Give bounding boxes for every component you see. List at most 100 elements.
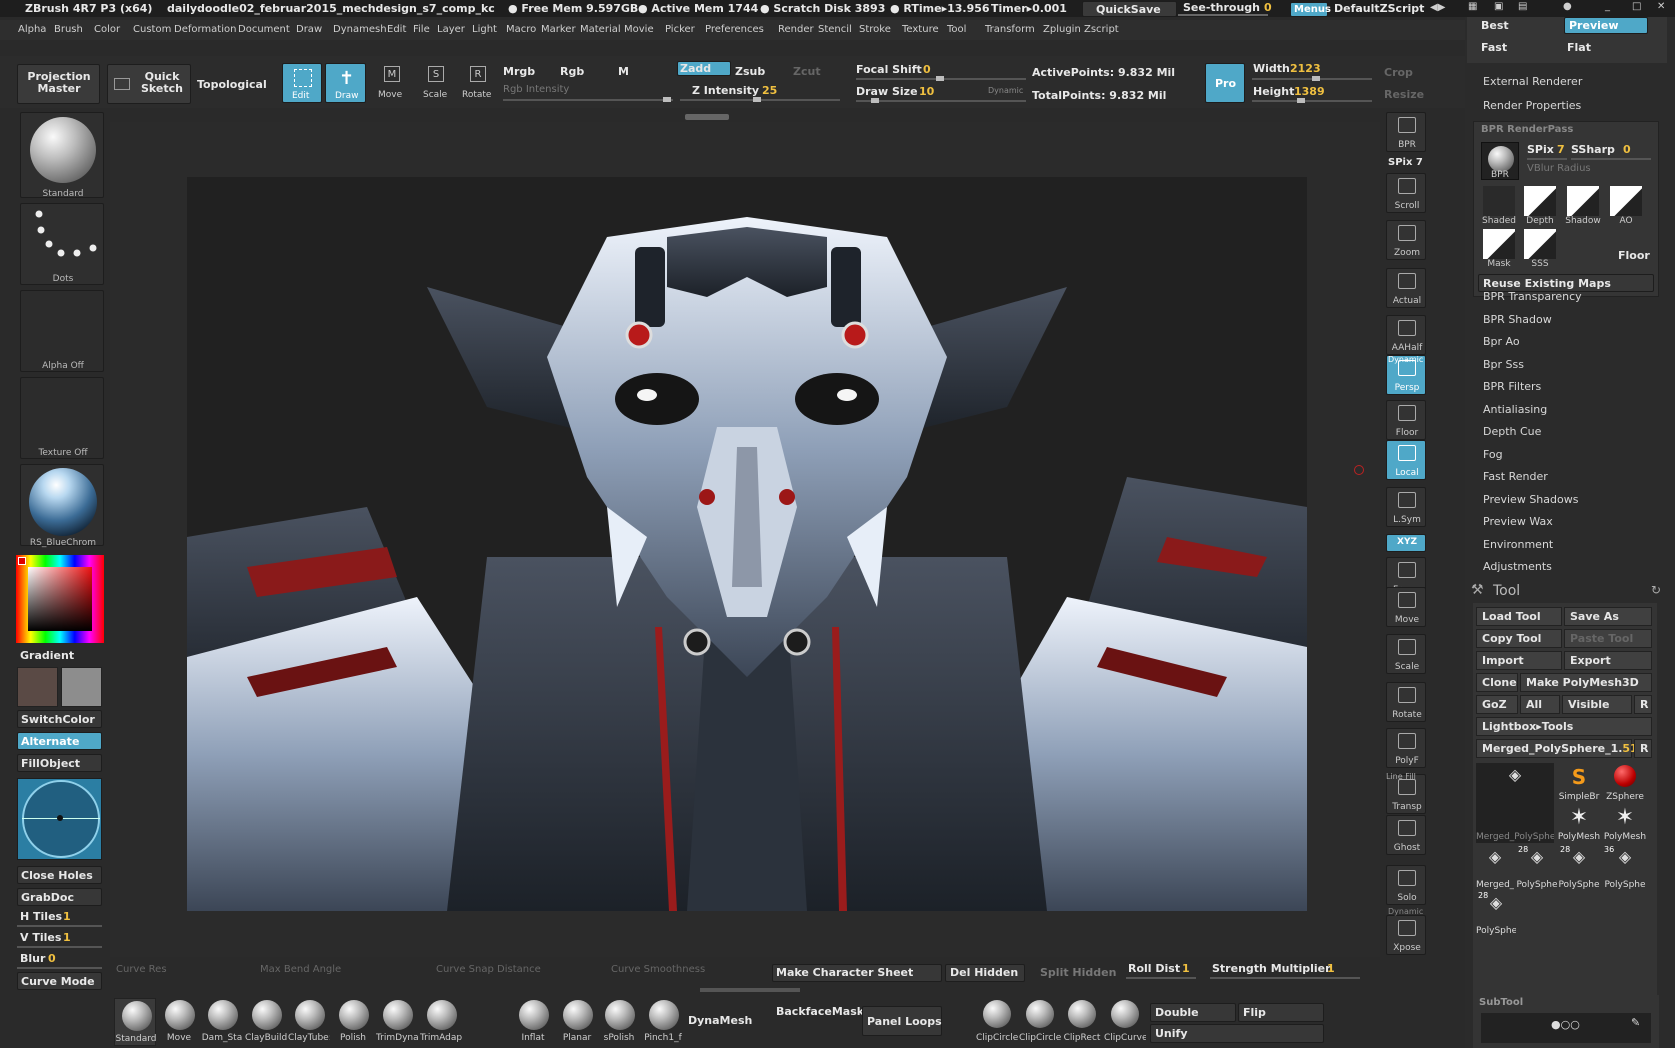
brush-slot-button[interactable]: TrimDyna (376, 998, 418, 1046)
render-section-item[interactable]: Bpr Ao (1483, 335, 1520, 348)
double-button[interactable]: Double (1150, 1003, 1236, 1022)
lock-icon[interactable]: ● (1563, 1, 1572, 12)
stroke-slot[interactable]: Dots (20, 203, 104, 285)
solo-button[interactable]: Solo (1386, 865, 1426, 905)
width-slider[interactable] (1252, 76, 1372, 81)
export-button[interactable]: Export (1564, 651, 1652, 670)
r-button[interactable]: R (1634, 695, 1652, 714)
move-button[interactable]: Move (1386, 587, 1426, 627)
menu-item[interactable]: Marker (541, 24, 576, 35)
dynamesh-button[interactable]: DynaMesh (688, 1014, 752, 1027)
roll-dist-slider[interactable] (1126, 977, 1196, 979)
close-icon[interactable]: ✕ (1657, 1, 1665, 12)
spix-slider[interactable] (1527, 158, 1567, 160)
grabdoc-button[interactable]: GrabDoc (17, 888, 102, 906)
menu-item[interactable]: Edit (387, 24, 406, 35)
brush-slot-button[interactable]: Move (158, 998, 200, 1046)
bpr-pass-ao[interactable]: AO (1607, 186, 1645, 226)
menu-item[interactable]: Deformation (174, 24, 236, 35)
local-button[interactable]: Local (1386, 440, 1426, 480)
zcut-button[interactable]: Zcut (793, 65, 821, 78)
menu-item[interactable]: Brush (54, 24, 83, 35)
brush-slot-button[interactable]: Polish (332, 998, 374, 1046)
xyz-button[interactable]: XYZ (1386, 534, 1426, 552)
projection-master-button[interactable]: Projection Master (17, 64, 100, 104)
menu-item[interactable]: Picker (665, 24, 695, 35)
ssharp-slider[interactable] (1571, 158, 1651, 160)
bpr-render-button[interactable]: BPR (1481, 142, 1519, 180)
brush-slot-button[interactable]: Dam_Sta (201, 998, 243, 1046)
lsym-button[interactable]: L.Sym (1386, 487, 1426, 527)
edit-button[interactable]: Edit (282, 63, 322, 103)
toolbar-scroll-handle[interactable] (685, 114, 729, 120)
texture-slot[interactable]: Texture Off (20, 377, 104, 459)
bpr-pass-shaded[interactable]: Shaded (1480, 186, 1518, 226)
subtool-title[interactable]: SubTool (1479, 997, 1523, 1008)
make-character-sheet-button[interactable]: Make Character Sheet (772, 964, 942, 982)
render-section-item[interactable]: Environment (1483, 538, 1553, 551)
spix-readout[interactable]: SPix 7 (1388, 157, 1423, 168)
rgb-button[interactable]: Rgb (560, 65, 584, 78)
render-properties-item[interactable]: Render Properties (1483, 99, 1581, 112)
zadd-button[interactable]: Zadd (677, 61, 731, 76)
menu-item[interactable]: Document (238, 24, 290, 35)
fast-button[interactable]: Fast (1481, 41, 1507, 54)
quicksave-button[interactable]: QuickSave (1082, 1, 1177, 17)
pro-button[interactable]: Pro (1205, 63, 1245, 103)
brush-slot-button[interactable]: TrimAdap (420, 998, 462, 1046)
switchcolor-button[interactable]: SwitchColor (17, 710, 102, 728)
tool-thumb[interactable]: ◈ Merged_PolySpher (1476, 763, 1554, 843)
rgb-intensity-slider[interactable] (503, 97, 673, 102)
render-section-item[interactable]: Depth Cue (1483, 425, 1541, 438)
del-hidden-button[interactable]: Del Hidden (945, 964, 1025, 982)
draw-button[interactable]: ✝ Draw (325, 63, 366, 103)
scale-button[interactable]: Scale (1386, 634, 1426, 674)
actual-button[interactable]: Actual (1386, 268, 1426, 308)
tool-panel-refresh-icon[interactable]: ↻ (1651, 583, 1661, 597)
preview-button[interactable]: Preview (1564, 17, 1648, 34)
minimize-icon[interactable]: _ (1605, 1, 1610, 12)
brush-slot-button[interactable]: ClayBuild (245, 998, 287, 1046)
current-tool-r-button[interactable]: R (1634, 739, 1652, 758)
brush-slot-button[interactable]: Planar (556, 998, 598, 1046)
bpr-pass-shadow[interactable]: Shadow (1564, 186, 1602, 226)
best-button[interactable]: Best (1481, 19, 1509, 32)
menu-item[interactable]: Texture (902, 24, 939, 35)
aahalf-button[interactable]: AAHalf (1386, 315, 1426, 355)
resize-button[interactable]: Resize (1384, 88, 1424, 101)
load-tool-button[interactable]: Load Tool (1476, 607, 1562, 626)
menu-item[interactable]: Layer (437, 24, 465, 35)
blur-slider[interactable] (17, 967, 102, 969)
clip-brush-button[interactable]: ClipCircle (976, 998, 1018, 1046)
render-section-item[interactable]: BPR Filters (1483, 380, 1541, 393)
render-section-item[interactable]: Preview Wax (1483, 515, 1553, 528)
paste-tool-button[interactable]: Paste Tool (1564, 629, 1652, 648)
tool-thumb[interactable]: S SimpleBr (1556, 763, 1602, 803)
render-section-item[interactable]: Antialiasing (1483, 403, 1547, 416)
layout3-icon[interactable]: ▤ (1518, 1, 1527, 12)
split-hidden-button[interactable]: Split Hidden (1040, 966, 1116, 979)
unify-button[interactable]: Unify (1150, 1024, 1324, 1043)
menu-item[interactable]: Stroke (859, 24, 891, 35)
brush-slot[interactable]: Standard (20, 112, 104, 199)
bpr-pass-sss[interactable]: SSS (1521, 229, 1559, 269)
v-tiles-slider[interactable] (17, 946, 102, 948)
render-section-item[interactable]: Fog (1483, 448, 1503, 461)
lightbox-tools-button[interactable]: Lightbox▸Tools (1476, 717, 1652, 736)
bpr-pass-depth[interactable]: Depth (1521, 186, 1559, 226)
render-section-item[interactable]: Preview Shadows (1483, 493, 1578, 506)
save-as-button[interactable]: Save As (1564, 607, 1652, 626)
xpose-button[interactable]: Xpose (1386, 915, 1426, 955)
flat-button[interactable]: Flat (1567, 41, 1591, 54)
h-tiles-slider[interactable] (17, 925, 102, 927)
scale-button[interactable]: S Scale (416, 63, 456, 103)
brush-slot-button[interactable]: Pinch1_f (642, 998, 684, 1046)
m-button[interactable]: M (618, 65, 629, 78)
tool-thumb[interactable]: ◈ Merged_ (1476, 845, 1514, 891)
material-slot[interactable]: RS_BlueChrom (20, 464, 104, 548)
subtool-eye-icon[interactable]: ●○○ (1551, 1018, 1580, 1031)
brush-slot-button[interactable]: ClayTube: (288, 998, 330, 1046)
visible-button[interactable]: Visible (1562, 695, 1632, 714)
nav-arrows-icon[interactable]: ◀▶ (1430, 2, 1445, 13)
layout-icon[interactable]: ▦ (1468, 1, 1477, 12)
